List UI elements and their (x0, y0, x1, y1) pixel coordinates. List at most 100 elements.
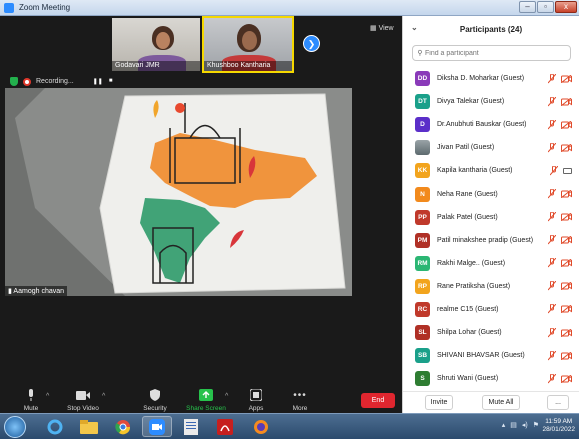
participant-row[interactable]: N Neha Rane (Guest) (403, 182, 579, 205)
participant-row[interactable]: RP Rane Pratiksha (Guest) (403, 275, 579, 298)
participant-name: Neha Rane (Guest) (437, 190, 498, 198)
view-button[interactable]: ▦ View (370, 24, 394, 32)
window-title: Zoom Meeting (19, 3, 71, 12)
stop-video-button[interactable]: Stop Video (64, 388, 102, 412)
avatar: PP (415, 209, 430, 225)
participant-name: Patil minakshee pradip (Guest) (437, 236, 534, 244)
participant-name: Rane Pratiksha (Guest) (437, 282, 511, 290)
avatar: KK (415, 163, 430, 179)
system-tray: ▴ ▤ ◂) ⚑ (502, 421, 539, 429)
apps-button[interactable]: Apps (244, 388, 268, 412)
participant-row[interactable]: D Dr.Anubhuti Bauskar (Guest) (403, 113, 579, 136)
network-icon[interactable]: ▤ (510, 421, 517, 429)
security-button[interactable]: Security (140, 388, 170, 412)
mic-muted-icon (548, 142, 556, 153)
participants-footer: Invite Mute All ... (403, 391, 579, 413)
participant-name: Shruti Wani (Guest) (437, 375, 499, 383)
participant-row[interactable]: DD Diksha D. Moharkar (Guest) (403, 67, 579, 90)
video-off-icon (561, 351, 572, 360)
video-off-icon (561, 213, 572, 222)
participant-row[interactable]: Jivan Patil (Guest) (403, 136, 579, 159)
participant-row[interactable]: S Shruti Wani (Guest) (403, 367, 579, 390)
chevron-up-icon[interactable]: ^ (225, 393, 228, 400)
apps-label: Apps (248, 405, 264, 412)
recording-icon (23, 77, 31, 86)
next-page-button[interactable]: ❯ (303, 35, 320, 52)
firefox-icon[interactable] (246, 416, 276, 437)
mic-muted-icon (548, 258, 556, 268)
close-button[interactable]: x (555, 1, 577, 13)
zoom-app-icon (4, 2, 14, 13)
more-button[interactable]: ••• More (288, 388, 312, 413)
windows-taskbar: ▴ ▤ ◂) ⚑ 11:59 AM 28/01/2022 (0, 413, 579, 439)
taskbar-clock[interactable]: 11:59 AM 28/01/2022 (542, 418, 575, 434)
minimize-button[interactable]: – (519, 1, 536, 13)
start-button[interactable] (4, 416, 26, 438)
participant-row[interactable]: PM Patil minakshee pradip (Guest) (403, 229, 579, 252)
mute-button[interactable]: Mute (18, 388, 44, 412)
invite-button[interactable]: Invite (425, 395, 453, 410)
avatar (415, 140, 430, 156)
zoom-taskbar-icon[interactable] (142, 416, 172, 437)
participants-title: Participants (24) (459, 24, 523, 34)
thumbnail-name: Khushboo Kantharia (204, 61, 292, 71)
pause-recording-button[interactable]: ❚❚ (93, 78, 103, 85)
participant-thumbnail-active[interactable]: Khushboo Kantharia (202, 16, 294, 73)
maximize-button[interactable]: ▫ (537, 1, 554, 13)
window-titlebar: Zoom Meeting – ▫ x (0, 0, 579, 16)
file-explorer-icon[interactable] (74, 416, 104, 437)
mic-muted-icon (548, 96, 556, 106)
chevron-down-icon[interactable]: ⌄ (411, 23, 418, 32)
participants-panel: ⌄ Participants (24) ⚲ DD Diksha D. Mohark… (402, 16, 579, 413)
flag-icon[interactable]: ⚑ (533, 421, 539, 429)
avatar: PM (415, 232, 430, 248)
participant-row[interactable]: RC realme C15 (Guest) (403, 298, 579, 321)
mic-muted-icon (550, 165, 558, 176)
pdf-reader-icon[interactable] (210, 416, 240, 437)
mute-all-button[interactable]: Mute All (482, 395, 520, 410)
participant-thumbnail[interactable]: Godavari JMR (112, 18, 200, 71)
participant-row[interactable]: SB SHIVANI BHAVSAR (Guest) (403, 344, 579, 367)
participant-row[interactable]: PP Palak Patel (Guest) (403, 206, 579, 229)
main-video: ▮ Aamogh chavan (5, 88, 352, 296)
avatar: RC (415, 301, 430, 317)
participant-row[interactable]: DT Divya Talekar (Guest) (403, 90, 579, 113)
ie-browser-icon[interactable] (40, 416, 70, 437)
recording-status: Recording... ❚❚ ■ (10, 77, 112, 86)
participant-row[interactable]: SL Shilpa Lohar (Guest) (403, 321, 579, 344)
participant-name: Palak Patel (Guest) (437, 213, 498, 221)
shield-icon (10, 77, 18, 86)
avatar: S (415, 371, 430, 387)
chevron-up-icon[interactable]: ^ (46, 393, 49, 400)
more-options-button[interactable]: ... (547, 395, 569, 410)
chevron-up-icon[interactable]: ^ (102, 393, 105, 400)
chrome-icon[interactable] (108, 416, 138, 437)
participant-search[interactable]: ⚲ (412, 45, 571, 61)
stop-video-label: Stop Video (67, 405, 99, 412)
participant-name: SHIVANI BHAVSAR (Guest) (437, 352, 525, 360)
share-screen-button[interactable]: Share Screen (186, 388, 226, 412)
more-dots-icon: ••• (293, 389, 307, 401)
chevron-up-icon[interactable]: ▴ (502, 421, 506, 429)
mic-muted-icon (548, 373, 556, 384)
mic-muted-icon (548, 235, 556, 245)
shield-icon (140, 388, 170, 402)
avatar: SB (415, 348, 430, 364)
video-off-icon (561, 97, 572, 106)
document-icon[interactable] (176, 416, 206, 437)
participant-row[interactable]: RM Rakhi Malge.. (Guest) (403, 252, 579, 275)
video-off-icon (561, 282, 572, 291)
avatar: DT (415, 94, 430, 110)
search-icon: ⚲ (417, 50, 423, 57)
video-off-icon (561, 143, 572, 152)
meeting-area: Godavari JMR Khushboo Kantharia ❯ ▦ View… (0, 16, 402, 413)
mic-muted-icon (548, 350, 556, 361)
video-off-icon (561, 328, 572, 337)
search-input[interactable] (425, 49, 565, 57)
video-off-icon (561, 74, 572, 83)
stop-recording-button[interactable]: ■ (109, 78, 113, 85)
video-off-icon (561, 120, 572, 129)
end-meeting-button[interactable]: End (361, 393, 395, 408)
volume-icon[interactable]: ◂) (522, 421, 528, 429)
participant-row[interactable]: KK Kapila kantharia (Guest) (403, 159, 579, 182)
